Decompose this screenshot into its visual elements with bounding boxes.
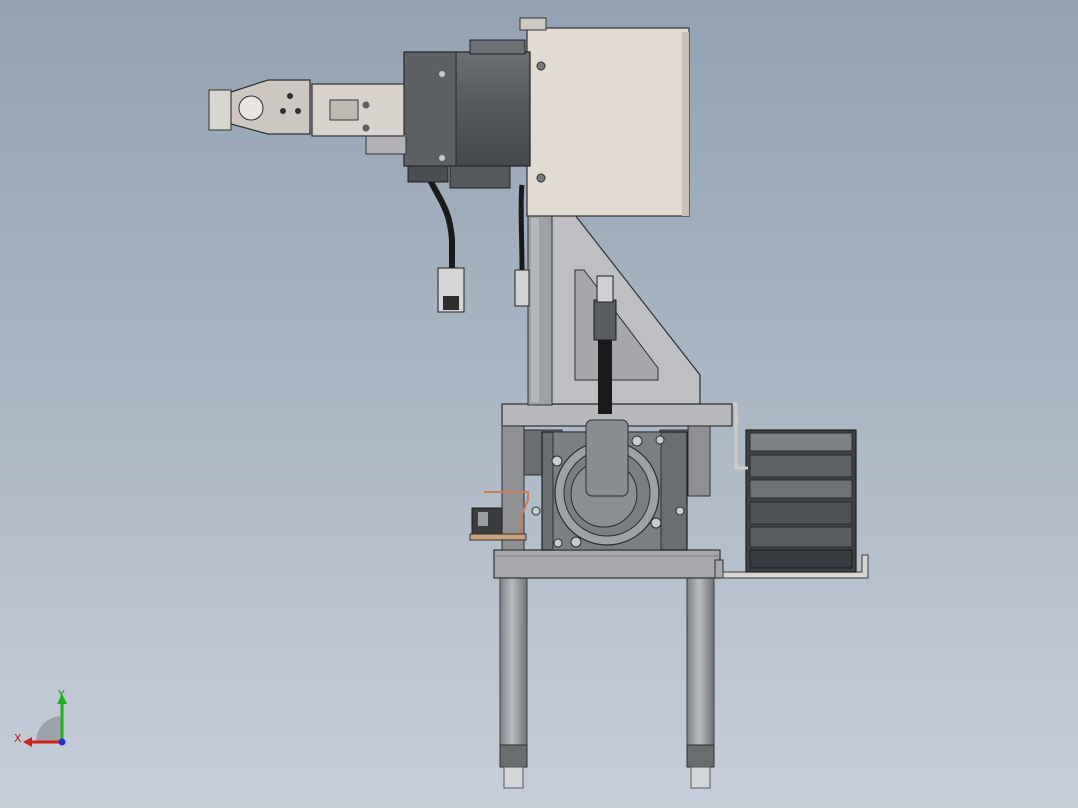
- y-axis-label: Y: [58, 688, 65, 701]
- shoulder-block: [519, 17, 690, 217]
- cad-viewport[interactable]: Y X: [0, 0, 1078, 808]
- robot-arm-model[interactable]: [0, 0, 1078, 808]
- coordinate-triad-icon: Y X: [14, 686, 84, 756]
- gripper-assembly: [208, 79, 407, 155]
- base-plate: [493, 549, 724, 579]
- base-motor-housing: [469, 403, 733, 551]
- arm-motor: [403, 39, 531, 189]
- x-axis-label: X: [14, 732, 22, 745]
- support-legs: [499, 577, 715, 789]
- cable-carrier: [722, 402, 869, 579]
